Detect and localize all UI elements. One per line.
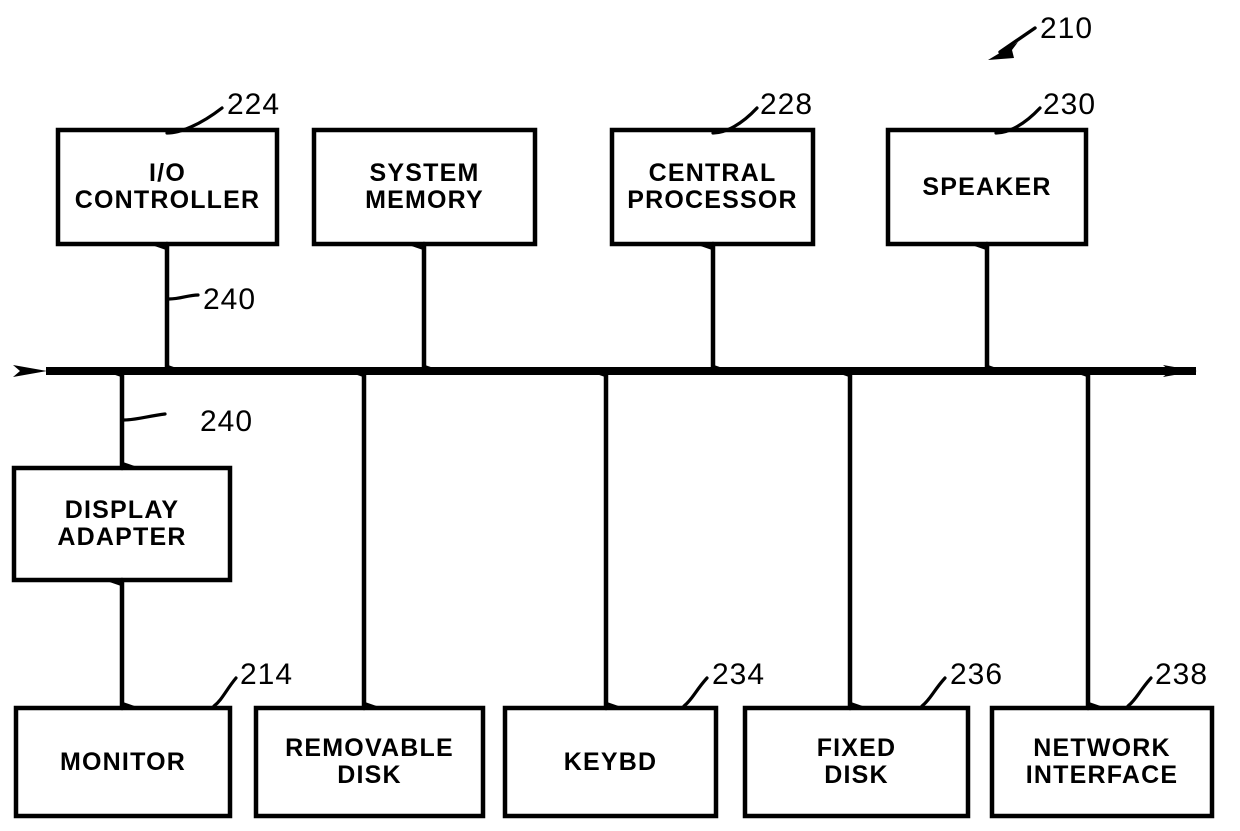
block-label-line: DISK bbox=[824, 761, 889, 789]
leader-238 bbox=[1126, 676, 1153, 708]
connectors-layer bbox=[109, 241, 1101, 711]
block-label-removable-disk[interactable]: REMOVABLE DISK bbox=[256, 708, 483, 816]
block-label-system-memory[interactable]: SYSTEM MEMORY bbox=[314, 130, 535, 244]
leader-214 bbox=[212, 676, 238, 708]
block-label-fixed-disk[interactable]: FIXED DISK bbox=[745, 708, 968, 816]
ref-230: 230 bbox=[1043, 88, 1097, 121]
block-label-line: CONTROLLER bbox=[74, 186, 261, 214]
leader-240-lower bbox=[122, 412, 167, 422]
ref-240-lower: 240 bbox=[200, 405, 254, 438]
ref-210: 210 bbox=[1040, 12, 1094, 45]
ref-236: 236 bbox=[950, 658, 1004, 691]
block-label-line: REMOVABLE bbox=[285, 734, 454, 762]
block-label-network-interface[interactable]: NETWORK INTERFACE bbox=[992, 708, 1212, 816]
block-label-line: MEMORY bbox=[365, 186, 484, 214]
block-label-line: I/O bbox=[149, 159, 186, 187]
ref-224: 224 bbox=[227, 88, 281, 121]
block-label-line: NETWORK bbox=[1033, 734, 1171, 762]
block-label-io-controller[interactable]: I/O CONTROLLER bbox=[58, 130, 277, 244]
block-label-line: SYSTEM bbox=[369, 159, 480, 187]
block-label-central-processor[interactable]: CENTRAL PROCESSOR bbox=[612, 130, 813, 244]
diagram-canvas bbox=[11, 26, 1215, 819]
block-label-line: INTERFACE bbox=[1025, 761, 1179, 789]
ref-214: 214 bbox=[240, 658, 294, 691]
leader-234 bbox=[682, 676, 709, 708]
ref-234: 234 bbox=[712, 658, 766, 691]
leader-210-shaft bbox=[998, 26, 1037, 54]
block-label-line: SPEAKER bbox=[922, 172, 1052, 201]
block-label-line: CENTRAL bbox=[648, 159, 777, 187]
block-label-line: KEYBD bbox=[563, 747, 658, 776]
block-label-line: ADAPTER bbox=[57, 523, 187, 551]
block-label-line: MONITOR bbox=[60, 747, 186, 776]
block-label-line: DISK bbox=[337, 761, 402, 789]
block-label-keybd[interactable]: KEYBD bbox=[505, 708, 716, 816]
block-label-speaker[interactable]: SPEAKER bbox=[888, 130, 1086, 244]
ref-240-upper: 240 bbox=[203, 283, 257, 316]
block-label-line: FIXED bbox=[816, 734, 897, 762]
ref-228: 228 bbox=[760, 88, 814, 121]
patent-block-diagram: I/O CONTROLLER SYSTEM MEMORY CENTRAL PROCESSO… bbox=[0, 0, 1240, 831]
leader-240-upper bbox=[167, 293, 200, 301]
leader-236 bbox=[920, 676, 947, 708]
block-label-monitor[interactable]: MONITOR bbox=[16, 708, 230, 816]
ref-238: 238 bbox=[1155, 658, 1209, 691]
block-label-line: DISPLAY bbox=[64, 496, 180, 524]
block-label-display-adapter[interactable]: DISPLAY ADAPTER bbox=[14, 468, 230, 580]
leader-210-arrowhead bbox=[988, 42, 1018, 60]
block-label-line: PROCESSOR bbox=[627, 186, 798, 214]
